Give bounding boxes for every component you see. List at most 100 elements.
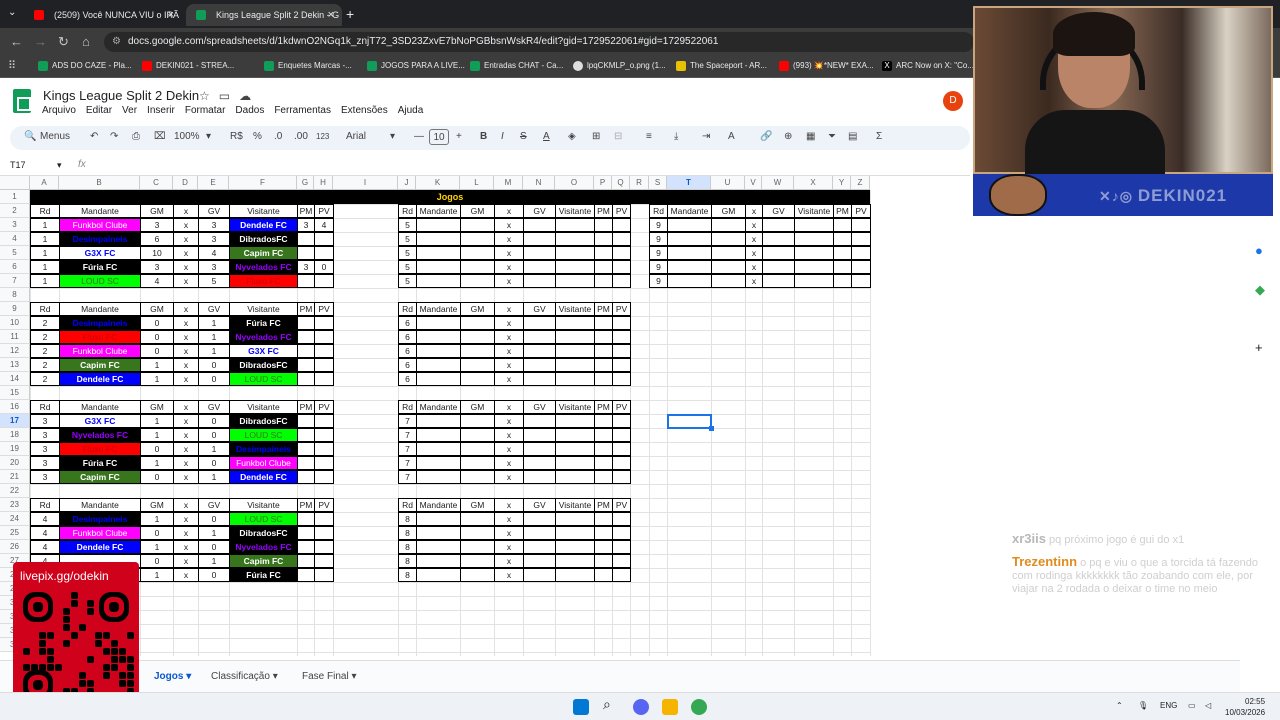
away-goals-cell[interactable] (523, 260, 556, 274)
round-cell[interactable]: 7 (398, 456, 417, 470)
column-label-gv[interactable]: GV (762, 204, 795, 218)
away-penalty-cell[interactable] (612, 274, 631, 288)
name-box[interactable]: T17 (10, 160, 26, 170)
column-header-z[interactable]: Z (851, 176, 870, 190)
font-size-minus-icon[interactable]: — (414, 131, 424, 142)
away-penalty-cell[interactable] (314, 456, 334, 470)
away-goals-cell[interactable] (762, 232, 795, 246)
home-goals-cell[interactable]: 1 (140, 568, 174, 582)
sheet-tab-classificacao[interactable]: Classificação ▾ (211, 671, 278, 682)
insert-comment-icon[interactable]: ⊕ (784, 131, 792, 142)
away-goals-cell[interactable] (523, 414, 556, 428)
language-indicator[interactable]: ENG (1160, 701, 1177, 710)
microphone-icon[interactable]: 🎙 (1138, 701, 1148, 710)
away-team-cell[interactable]: Dendele FC (229, 218, 298, 232)
round-cell[interactable]: 7 (398, 428, 417, 442)
home-team-cell[interactable] (667, 232, 712, 246)
away-goals-cell[interactable]: 0 (198, 414, 230, 428)
apps-grid-icon[interactable]: ⠿ (8, 59, 16, 72)
home-goals-cell[interactable]: 0 (140, 344, 174, 358)
column-label-gm[interactable]: GM (140, 400, 174, 414)
column-label-rd[interactable]: Rd (30, 204, 60, 218)
italic-icon[interactable]: I (501, 131, 504, 142)
contacts-icon[interactable]: ● (1255, 243, 1263, 258)
home-goals-cell[interactable]: 1 (140, 414, 174, 428)
fill-color-icon[interactable]: ◈ (568, 131, 576, 142)
undo-icon[interactable]: ↶ (90, 131, 98, 142)
away-goals-cell[interactable] (523, 470, 556, 484)
home-goals-cell[interactable]: 6 (140, 232, 174, 246)
network-icon[interactable]: ▭ (1188, 701, 1196, 710)
home-team-cell[interactable] (416, 512, 461, 526)
away-goals-cell[interactable]: 3 (198, 232, 230, 246)
home-penalty-cell[interactable] (297, 358, 315, 372)
home-penalty-cell[interactable] (297, 526, 315, 540)
column-label-pm[interactable]: PM (594, 400, 613, 414)
column-label-rd[interactable]: Rd (398, 302, 417, 316)
home-goals-cell[interactable] (460, 260, 495, 274)
home-team-cell[interactable] (416, 232, 461, 246)
column-label-pm[interactable]: PM (297, 400, 315, 414)
away-penalty-cell[interactable] (612, 442, 631, 456)
away-team-cell[interactable]: DibradosFC (229, 414, 298, 428)
home-goals-cell[interactable]: 1 (140, 428, 174, 442)
vs-cell[interactable]: x (494, 358, 524, 372)
column-label-visitante[interactable]: Visitante (229, 204, 298, 218)
merge-cells-icon[interactable]: ⊟ (614, 131, 622, 142)
filter-icon[interactable]: ⏷ (828, 131, 836, 142)
away-goals-cell[interactable] (523, 372, 556, 386)
home-penalty-cell[interactable] (594, 274, 613, 288)
column-label-rd[interactable]: Rd (398, 400, 417, 414)
column-label-gm[interactable]: GM (711, 204, 746, 218)
row-header-14[interactable]: 14 (0, 372, 30, 386)
vs-cell[interactable]: x (173, 260, 199, 274)
away-penalty-cell[interactable] (612, 456, 631, 470)
column-header-d[interactable]: D (173, 176, 198, 190)
column-header-j[interactable]: J (398, 176, 416, 190)
home-goals-cell[interactable]: 4 (140, 274, 174, 288)
away-team-cell[interactable] (794, 218, 834, 232)
column-header-l[interactable]: L (460, 176, 494, 190)
home-goals-cell[interactable] (460, 526, 495, 540)
away-penalty-cell[interactable] (314, 470, 334, 484)
away-goals-cell[interactable] (523, 456, 556, 470)
vs-cell[interactable]: x (173, 344, 199, 358)
vs-cell[interactable]: x (173, 442, 199, 456)
away-goals-cell[interactable] (523, 512, 556, 526)
column-header-t[interactable]: T (667, 176, 711, 190)
round-cell[interactable]: 2 (30, 316, 60, 330)
row-header-18[interactable]: 18 (0, 428, 30, 442)
away-team-cell[interactable]: Fluxo FC (229, 274, 298, 288)
home-penalty-cell[interactable] (594, 218, 613, 232)
column-label-gm[interactable]: GM (140, 302, 174, 316)
column-label-visitante[interactable]: Visitante (555, 302, 595, 316)
row-header-21[interactable]: 21 (0, 470, 30, 484)
column-header-c[interactable]: C (140, 176, 173, 190)
away-team-cell[interactable] (555, 372, 595, 386)
away-penalty-cell[interactable] (612, 470, 631, 484)
away-team-cell[interactable] (555, 442, 595, 456)
away-penalty-cell[interactable] (314, 568, 334, 582)
away-goals-cell[interactable]: 1 (198, 526, 230, 540)
back-icon[interactable]: ← (10, 34, 23, 49)
away-team-cell[interactable]: G3X FC (229, 344, 298, 358)
column-label-x[interactable]: x (173, 498, 199, 512)
away-team-cell[interactable]: Capim FC (229, 554, 298, 568)
row-header-20[interactable]: 20 (0, 456, 30, 470)
print-icon[interactable]: ⎙ (132, 131, 140, 142)
round-cell[interactable]: 3 (30, 428, 60, 442)
away-penalty-cell[interactable] (314, 526, 334, 540)
clock[interactable]: 02:55 10/03/2026 (1225, 696, 1265, 718)
round-cell[interactable]: 5 (398, 260, 417, 274)
away-team-cell[interactable]: Fúria FC (229, 316, 298, 330)
row-header-16[interactable]: 16 (0, 400, 30, 414)
round-cell[interactable]: 2 (30, 330, 60, 344)
home-goals-cell[interactable] (460, 274, 495, 288)
vs-cell[interactable]: x (745, 260, 763, 274)
away-team-cell[interactable] (794, 274, 834, 288)
away-penalty-cell[interactable] (612, 568, 631, 582)
vs-cell[interactable]: x (494, 260, 524, 274)
vs-cell[interactable]: x (173, 456, 199, 470)
home-team-cell[interactable]: Desimpaineis (59, 316, 141, 330)
home-team-cell[interactable]: Funkbol Clube (59, 526, 141, 540)
